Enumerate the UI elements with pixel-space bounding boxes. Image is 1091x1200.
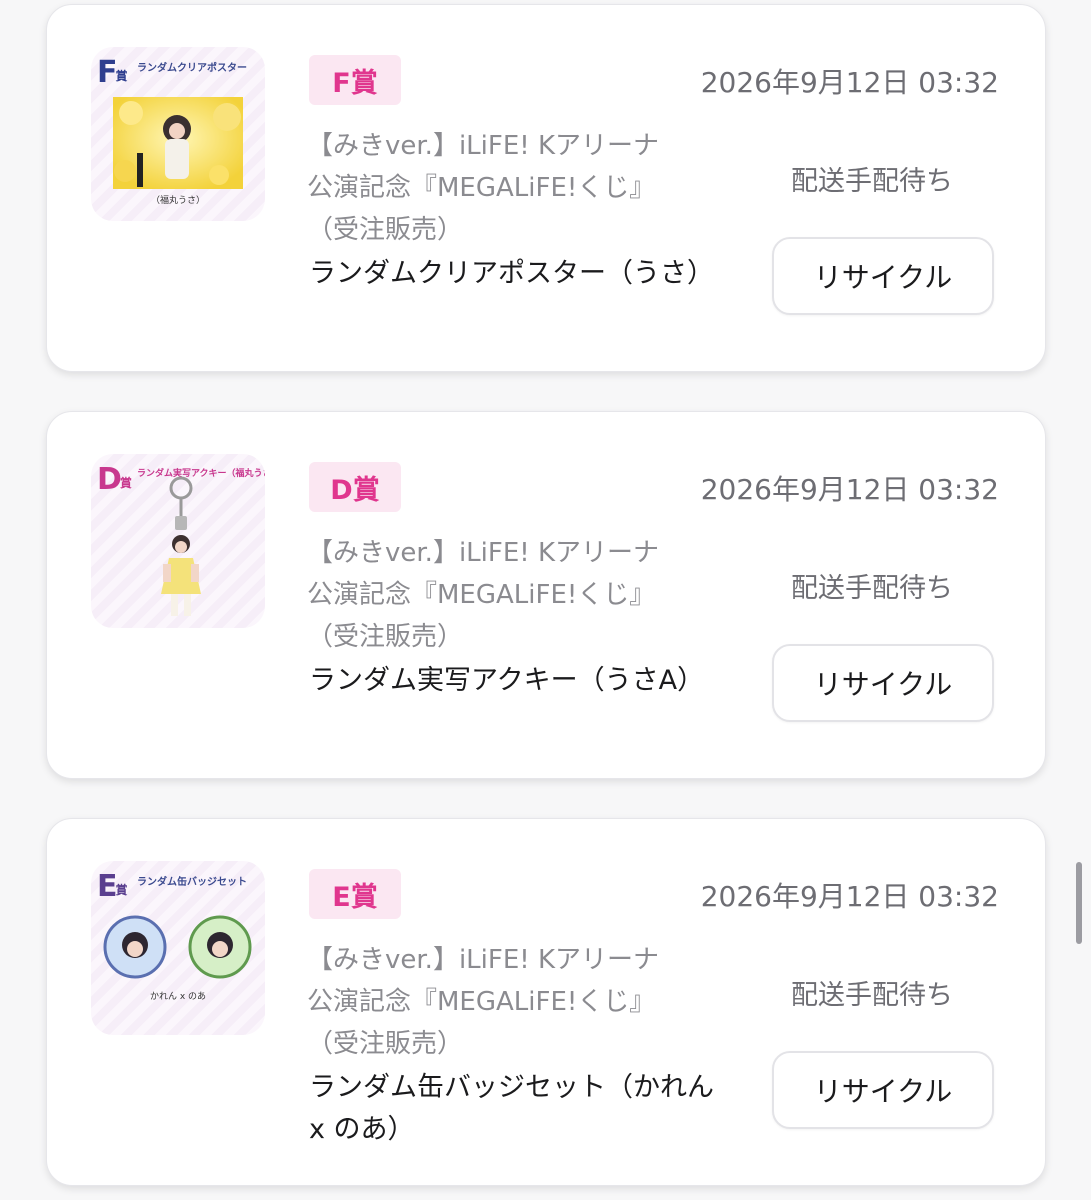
- prize-card: F賞 ランダムクリアポスター （福丸うさ） F賞 2026年9月12日 03:3…: [46, 4, 1046, 372]
- prize-name: ランダム実写アクキー（うさA）: [309, 665, 705, 696]
- shipping-status: 配送手配待ち: [791, 573, 953, 604]
- prize-name: ランダム缶バッジセット（かれん x のあ）: [309, 1072, 714, 1145]
- lottery-title: 【みきver.】iLiFE! Kアリーナ 公演記念『MEGALiFE!くじ』 （…: [307, 131, 660, 245]
- draw-date: 2026年9月12日 03:32: [700, 473, 999, 506]
- prize-thumbnail[interactable]: D賞 ランダム実写アクキー（福丸うさ A）: [91, 454, 265, 628]
- acrylic-keychain-icon: [161, 476, 201, 616]
- prize-history-list: F賞 ランダムクリアポスター （福丸うさ） F賞 2026年9月12日 03:3…: [0, 0, 1091, 1200]
- recycle-button[interactable]: リサイクル: [772, 644, 994, 722]
- recycle-button[interactable]: リサイクル: [772, 237, 994, 315]
- prize-thumbnail[interactable]: F賞 ランダムクリアポスター （福丸うさ）: [91, 47, 265, 221]
- prize-card: E賞 ランダム缶バッジセット かれん x のあ E賞 2026年9月12日 03…: [46, 818, 1046, 1186]
- shipping-status: 配送手配待ち: [791, 980, 953, 1011]
- draw-date: 2026年9月12日 03:32: [700, 880, 999, 913]
- can-badge-icon: [103, 915, 252, 979]
- prize-card: D賞 ランダム実写アクキー（福丸うさ A） D賞 2026年9月12日 03:3…: [46, 411, 1046, 779]
- prize-thumbnail[interactable]: E賞 ランダム缶バッジセット かれん x のあ: [91, 861, 265, 1035]
- prize-grade-badge: F賞: [309, 55, 401, 105]
- shipping-status: 配送手配待ち: [791, 166, 953, 197]
- prize-name: ランダムクリアポスター（うさ）: [309, 258, 714, 289]
- lottery-title: 【みきver.】iLiFE! Kアリーナ 公演記念『MEGALiFE!くじ』 （…: [307, 538, 660, 652]
- thumb-footer: （福丸うさ）: [150, 196, 205, 206]
- scrollbar-thumb[interactable]: [1076, 862, 1082, 944]
- draw-date: 2026年9月12日 03:32: [700, 66, 999, 99]
- thumb-footer: かれん x のあ: [149, 992, 207, 1002]
- lottery-title: 【みきver.】iLiFE! Kアリーナ 公演記念『MEGALiFE!くじ』 （…: [307, 945, 660, 1059]
- prize-grade-badge: E賞: [309, 869, 401, 919]
- recycle-button[interactable]: リサイクル: [772, 1051, 994, 1129]
- prize-grade-badge: D賞: [309, 462, 401, 512]
